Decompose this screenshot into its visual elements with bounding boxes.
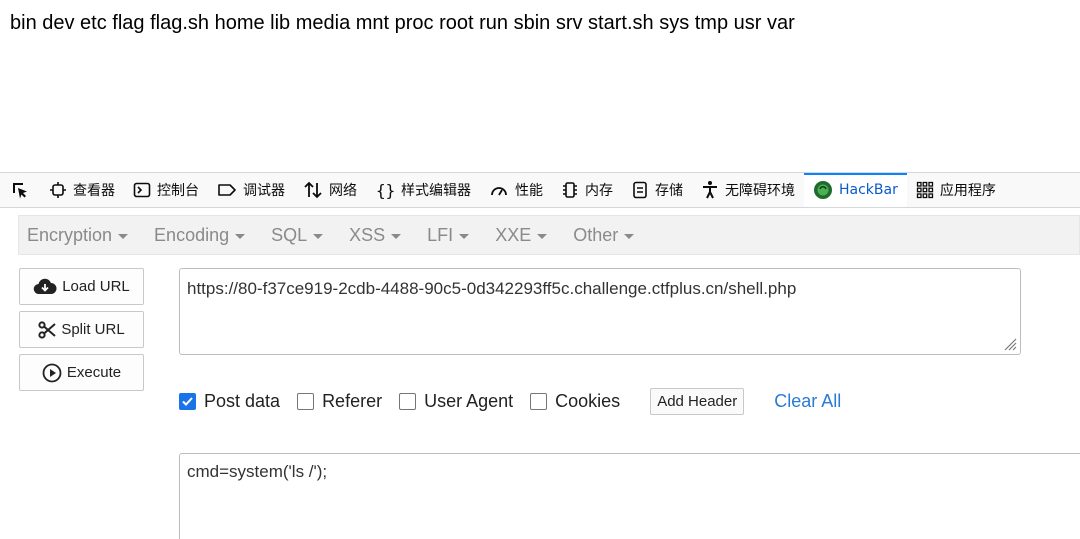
caret-down-icon <box>391 233 402 239</box>
menu-encoding[interactable]: Encoding <box>154 224 246 246</box>
tab-storage[interactable]: 存储 <box>622 173 692 207</box>
storage-icon <box>633 181 647 199</box>
referer-checkbox[interactable] <box>297 392 315 410</box>
tab-label: 调试器 <box>243 183 285 199</box>
load-url-button[interactable]: Load URL <box>19 268 144 305</box>
inspector-icon <box>50 182 66 198</box>
devtools-tab-bar: 查看器 控制台 调试器 网络 {} 样式编辑器 性能 内存 存储 无障碍环境 H… <box>0 172 1080 208</box>
tab-console[interactable]: 控制台 <box>124 173 208 207</box>
tab-label: HackBar <box>839 182 898 198</box>
url-value: https://80-f37ce919-2cdb-4488-90c5-0d342… <box>187 279 797 298</box>
menu-encryption[interactable]: Encryption <box>27 224 129 246</box>
menu-label: SQL <box>271 224 308 245</box>
caret-down-icon <box>118 233 129 239</box>
user-agent-checkbox[interactable] <box>399 392 417 410</box>
play-circle-icon <box>42 363 62 382</box>
clear-all-link[interactable]: Clear All <box>774 391 841 412</box>
tab-label: 样式编辑器 <box>401 183 471 199</box>
button-label: Split URL <box>61 321 125 338</box>
debugger-icon <box>218 184 236 196</box>
add-header-button[interactable]: Add Header <box>650 387 745 415</box>
hackbar-icon <box>814 181 832 199</box>
caret-down-icon <box>235 233 246 239</box>
menu-other[interactable]: Other <box>573 224 635 246</box>
style-editor-icon: {} <box>376 181 395 199</box>
caret-down-icon <box>313 233 324 239</box>
option-label: User Agent <box>424 390 514 411</box>
url-input[interactable]: https://80-f37ce919-2cdb-4488-90c5-0d342… <box>179 268 1021 355</box>
tab-label: 内存 <box>585 183 613 199</box>
post-data-input[interactable]: cmd=system('ls /'); <box>179 453 1080 539</box>
checkmark-icon <box>182 396 193 406</box>
element-picker-button[interactable] <box>0 173 40 207</box>
menu-label: Encoding <box>154 224 230 245</box>
tab-inspector[interactable]: 查看器 <box>40 173 124 207</box>
tab-label: 网络 <box>329 183 357 199</box>
tab-network[interactable]: 网络 <box>294 173 366 207</box>
menu-label: XSS <box>349 224 386 245</box>
performance-icon <box>491 187 507 196</box>
caret-down-icon <box>624 233 635 239</box>
menu-label: Other <box>573 224 619 245</box>
page-output-text: bin dev etc flag flag.sh home lib media … <box>10 12 795 34</box>
cookies-checkbox[interactable] <box>530 392 548 410</box>
cookies-option[interactable]: Cookies <box>530 391 620 412</box>
split-url-button[interactable]: Split URL <box>19 311 144 348</box>
menu-xss[interactable]: XSS <box>349 224 402 246</box>
hackbar-menu-bar: Encryption Encoding SQL XSS LFI XXE Othe… <box>18 215 1080 255</box>
tab-style-editor[interactable]: {} 样式编辑器 <box>366 173 480 207</box>
referer-option[interactable]: Referer <box>297 391 382 412</box>
request-options-row: Post data Referer User Agent Cookies Add… <box>179 386 841 416</box>
tab-debugger[interactable]: 调试器 <box>208 173 294 207</box>
post-data-checkbox[interactable] <box>179 392 196 410</box>
tab-label: 查看器 <box>73 183 115 199</box>
option-label: Post data <box>204 390 281 411</box>
memory-icon <box>563 182 577 198</box>
network-icon <box>304 181 322 199</box>
caret-down-icon <box>537 233 548 239</box>
user-agent-option[interactable]: User Agent <box>399 391 513 412</box>
tab-hackbar[interactable]: HackBar <box>804 173 907 207</box>
tab-memory[interactable]: 内存 <box>552 173 622 207</box>
tab-application[interactable]: 应用程序 <box>907 173 1005 207</box>
accessibility-icon <box>703 181 717 199</box>
execute-button[interactable]: Execute <box>19 354 144 391</box>
scissors-icon <box>38 320 56 339</box>
resize-grip-icon[interactable] <box>1001 335 1017 351</box>
tab-accessibility[interactable]: 无障碍环境 <box>692 173 804 207</box>
menu-label: Encryption <box>27 224 113 245</box>
element-picker-icon <box>13 183 27 199</box>
menu-sql[interactable]: SQL <box>271 224 324 246</box>
post-data-option[interactable]: Post data <box>179 391 280 412</box>
menu-label: LFI <box>427 224 454 245</box>
console-icon <box>133 182 151 198</box>
tab-label: 性能 <box>515 183 543 199</box>
tab-performance[interactable]: 性能 <box>480 173 552 207</box>
application-icon <box>916 181 934 199</box>
svg-text:{}: {} <box>376 181 395 199</box>
tab-label: 应用程序 <box>939 183 996 199</box>
tab-label: 存储 <box>655 183 683 199</box>
post-data-value: cmd=system('ls /'); <box>187 462 328 481</box>
menu-xxe[interactable]: XXE <box>495 224 548 246</box>
cloud-download-icon <box>33 278 57 294</box>
option-label: Referer <box>322 390 383 411</box>
tab-label: 控制台 <box>157 183 199 199</box>
tab-label: 无障碍环境 <box>725 183 795 199</box>
button-label: Execute <box>66 364 122 381</box>
menu-label: XXE <box>495 224 532 245</box>
option-label: Cookies <box>555 390 621 411</box>
menu-lfi[interactable]: LFI <box>427 224 470 246</box>
caret-down-icon <box>459 233 470 239</box>
button-label: Load URL <box>62 278 130 295</box>
